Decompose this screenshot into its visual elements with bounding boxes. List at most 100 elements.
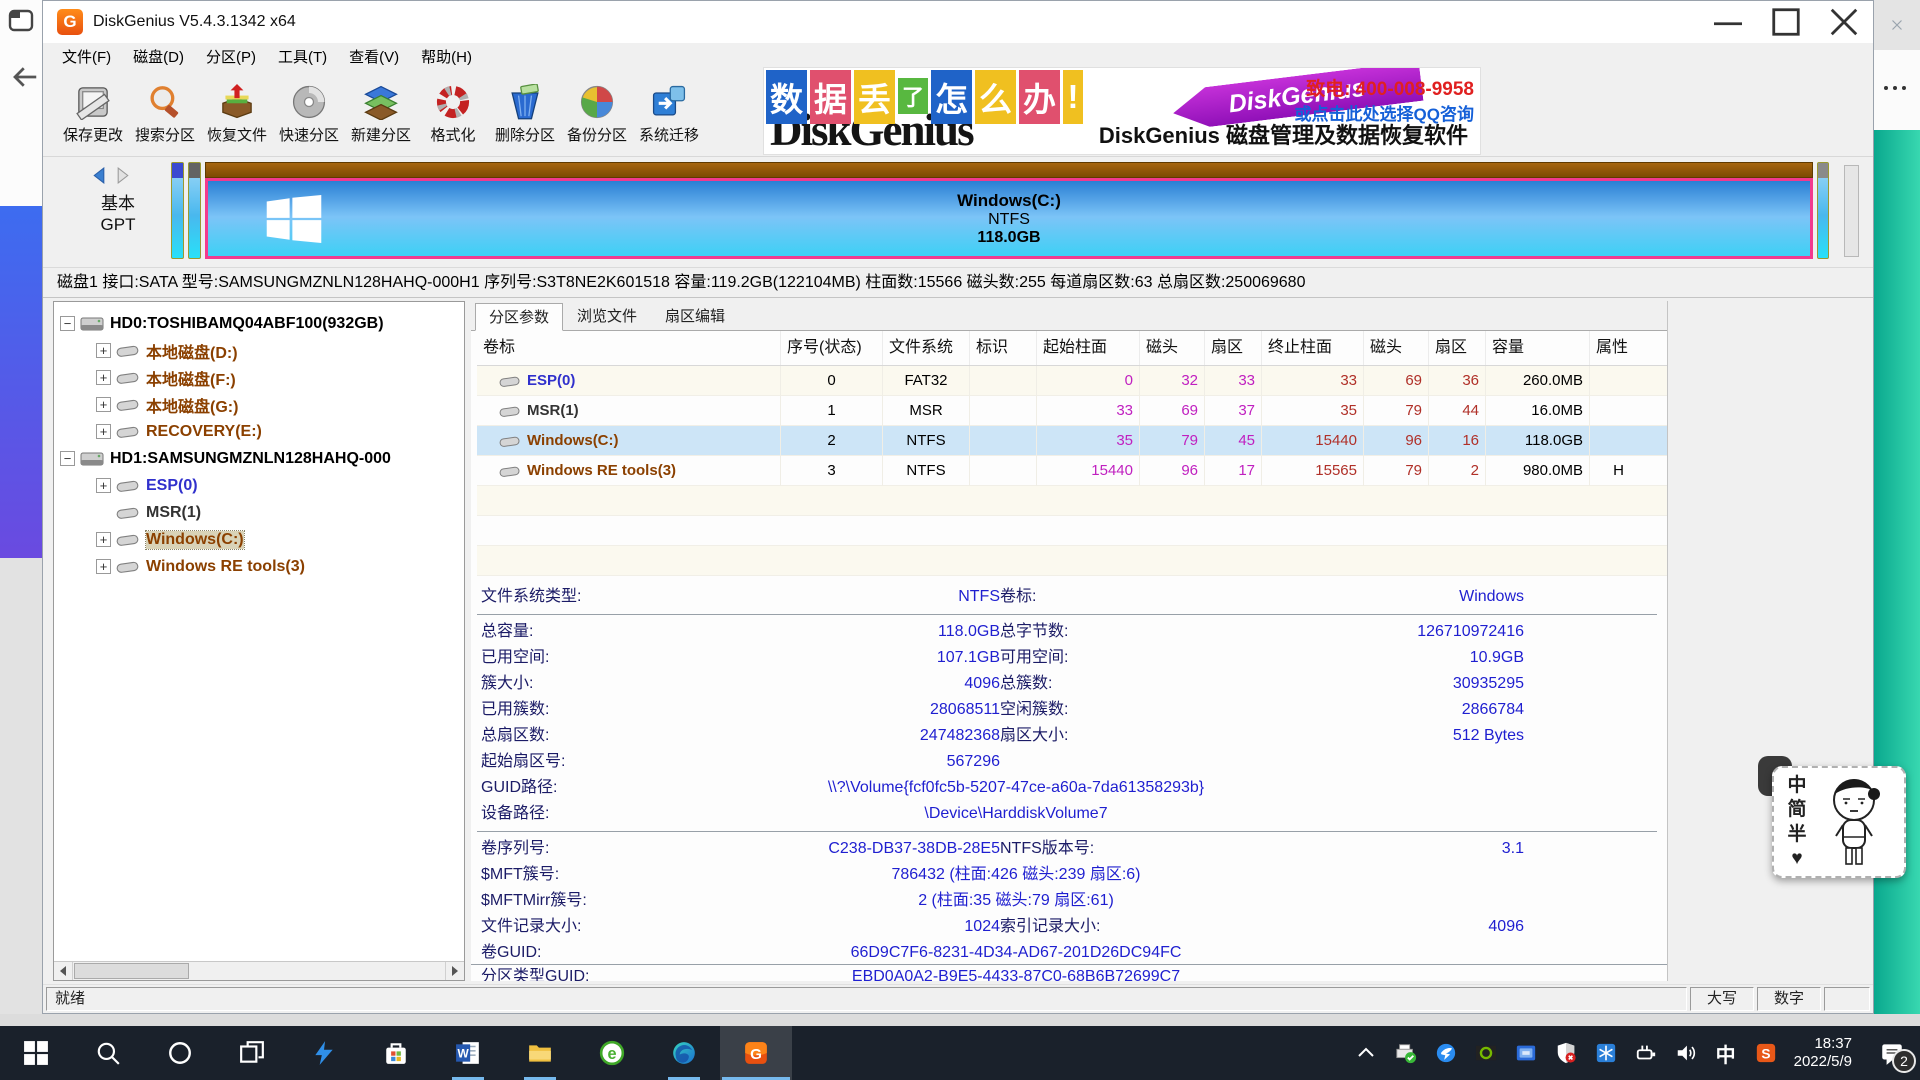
column-header[interactable]: 扇区 — [1204, 331, 1261, 365]
column-header[interactable]: 文件系统 — [882, 331, 969, 365]
tree-item-re-tools[interactable]: +Windows RE tools(3) — [54, 553, 464, 580]
taskbar-flash-button[interactable] — [288, 1026, 360, 1080]
column-header[interactable]: 磁头 — [1363, 331, 1428, 365]
expander-plus-icon[interactable]: + — [96, 424, 111, 439]
tree-item-recovery-e[interactable]: +RECOVERY(E:) — [54, 418, 464, 445]
expander-minus-icon[interactable]: − — [60, 451, 75, 466]
expander-minus-icon[interactable]: − — [60, 316, 75, 331]
tray-snowflake[interactable] — [1588, 1035, 1624, 1071]
browser-back-icon[interactable] — [10, 62, 40, 92]
expander-plus-icon[interactable]: + — [96, 478, 111, 493]
toolbar-search-partition[interactable]: 搜索分区 — [129, 76, 201, 154]
column-header[interactable]: 属性 — [1589, 331, 1647, 365]
partition-row-esp-0-[interactable]: ESP(0)0FAT3203233336936260.0MB — [477, 366, 1667, 396]
expander-plus-icon[interactable]: + — [96, 397, 111, 412]
tray-intel-graphics[interactable] — [1508, 1035, 1544, 1071]
taskbar-explorer-button[interactable] — [504, 1026, 576, 1080]
ime-halfwidth-label[interactable]: 半 — [1784, 823, 1810, 846]
maximize-button[interactable] — [1757, 1, 1815, 43]
tray-ime-zh[interactable]: 中 — [1708, 1035, 1744, 1071]
menu-item-view[interactable]: 查看(V) — [338, 43, 410, 73]
tree-item-esp[interactable]: +ESP(0) — [54, 472, 464, 499]
partition-row-windows-c-[interactable]: Windows(C:)2NTFS357945154409616118.0GB — [477, 426, 1667, 456]
column-header[interactable]: 起始柱面 — [1036, 331, 1139, 365]
column-header[interactable]: 扇区 — [1428, 331, 1485, 365]
tray-printer-ok[interactable] — [1388, 1035, 1424, 1071]
minimize-button[interactable] — [1699, 1, 1757, 43]
expander-plus-icon[interactable]: + — [96, 370, 111, 385]
close-button[interactable] — [1815, 1, 1873, 43]
column-header[interactable]: 标识 — [969, 331, 1036, 365]
tree-item-local-d[interactable]: +本地磁盘(D:) — [54, 337, 464, 364]
disk-map-scrollbar[interactable] — [1844, 165, 1859, 257]
toolbar-format[interactable]: 格式化 — [417, 76, 489, 154]
toolbar-new-partition[interactable]: 新建分区 — [345, 76, 417, 154]
tray-dingtalk[interactable] — [1428, 1035, 1464, 1071]
toolbar-backup-partition[interactable]: 备份分区 — [561, 76, 633, 154]
prev-disk-icon[interactable] — [91, 167, 106, 184]
partition-row-msr-1-[interactable]: MSR(1)1MSR33693735794416.0MB — [477, 396, 1667, 426]
next-disk-icon[interactable] — [116, 167, 131, 184]
toolbar-recover-files[interactable]: 恢复文件 — [201, 76, 273, 154]
tray-volume[interactable] — [1668, 1035, 1704, 1071]
tab-sector-edit[interactable]: 扇区编辑 — [651, 302, 739, 330]
background-close-icon[interactable] — [1888, 16, 1906, 34]
tree-horizontal-scrollbar[interactable] — [54, 961, 464, 980]
column-header[interactable]: 终止柱面 — [1261, 331, 1363, 365]
toolbar-quick-partition[interactable]: 快速分区 — [273, 76, 345, 154]
taskbar-search-button[interactable] — [72, 1026, 144, 1080]
taskbar-store-button[interactable] — [360, 1026, 432, 1080]
tree-item-msr[interactable]: MSR(1) — [54, 499, 464, 526]
toolbar-delete-partition[interactable]: 删除分区 — [489, 76, 561, 154]
ad-banner[interactable]: DiskGenius 数据丢了怎么办! DiskGenius 致电: 400-0… — [763, 67, 1481, 155]
menu-item-help[interactable]: 帮助(H) — [410, 43, 483, 73]
scroll-left-icon[interactable] — [54, 962, 73, 980]
sogou-ime-widget[interactable]: 中 简 半 ♥ — [1772, 766, 1906, 878]
taskbar-diskgenius-button[interactable]: G — [720, 1026, 792, 1080]
tab-browse-files[interactable]: 浏览文件 — [563, 302, 651, 330]
column-header[interactable]: 容量 — [1485, 331, 1589, 365]
ime-lang-label[interactable]: 中 — [1784, 774, 1810, 797]
expander-plus-icon[interactable]: + — [96, 559, 111, 574]
tree-item-windows-c[interactable]: +Windows(C:) — [54, 526, 464, 553]
partition-bar-msr[interactable] — [188, 162, 201, 259]
taskbar-task-view-button[interactable] — [216, 1026, 288, 1080]
menu-item-partition[interactable]: 分区(P) — [195, 43, 267, 73]
taskbar-browser-green-e-button[interactable]: e — [576, 1026, 648, 1080]
partition-row-windows-re-tools-3-[interactable]: Windows RE tools(3)3NTFS1544096171556579… — [477, 456, 1667, 486]
menu-item-file[interactable]: 文件(F) — [51, 43, 122, 73]
taskbar-clock[interactable]: 18:37 2022/5/9 — [1794, 1035, 1852, 1071]
taskbar-edge-button[interactable] — [648, 1026, 720, 1080]
taskbar-start-button[interactable] — [0, 1026, 72, 1080]
tray-sogou[interactable]: S — [1748, 1035, 1784, 1071]
toolbar-system-migration[interactable]: 系统迁移 — [633, 76, 705, 154]
expander-plus-icon[interactable]: + — [96, 532, 111, 547]
tree-item-hd0[interactable]: −HD0:TOSHIBAMQ04ABF100(932GB) — [54, 310, 464, 337]
column-header[interactable]: 序号(状态) — [780, 331, 882, 365]
column-header[interactable]: 卷标 — [477, 331, 780, 365]
partition-bar-re-tools[interactable] — [1817, 162, 1829, 259]
toolbar-save-changes[interactable]: 保存更改 — [57, 76, 129, 154]
partition-bar-esp[interactable] — [171, 162, 184, 259]
browser-more-icon[interactable] — [1880, 80, 1910, 96]
ime-heart-icon[interactable]: ♥ — [1784, 847, 1810, 870]
tree-item-hd1[interactable]: −HD1:SAMSUNGMZNLN128HAHQ-000 — [54, 445, 464, 472]
tray-power[interactable] — [1628, 1035, 1664, 1071]
expander-plus-icon[interactable]: + — [96, 343, 111, 358]
menu-item-tools[interactable]: 工具(T) — [267, 43, 338, 73]
scrollbar-thumb[interactable] — [74, 963, 189, 979]
menu-item-disk[interactable]: 磁盘(D) — [122, 43, 195, 73]
tray-nvidia[interactable] — [1468, 1035, 1504, 1071]
tray-security-alert[interactable] — [1548, 1035, 1584, 1071]
scroll-right-icon[interactable] — [445, 962, 464, 980]
taskbar-word-button[interactable]: W — [432, 1026, 504, 1080]
notification-center-button[interactable]: 2 — [1864, 1026, 1920, 1080]
tree-item-local-f[interactable]: +本地磁盘(F:) — [54, 364, 464, 391]
tray-hidden-icons-chevron[interactable] — [1348, 1035, 1384, 1071]
tree-item-local-g[interactable]: +本地磁盘(G:) — [54, 391, 464, 418]
tab-partition-params[interactable]: 分区参数 — [475, 303, 563, 331]
ime-simplified-label[interactable]: 简 — [1784, 798, 1810, 821]
column-header[interactable]: 磁头 — [1139, 331, 1204, 365]
taskbar-cortana-button[interactable] — [144, 1026, 216, 1080]
partition-bar-windows-c[interactable]: Windows(C:) NTFS 118.0GB — [205, 178, 1813, 259]
